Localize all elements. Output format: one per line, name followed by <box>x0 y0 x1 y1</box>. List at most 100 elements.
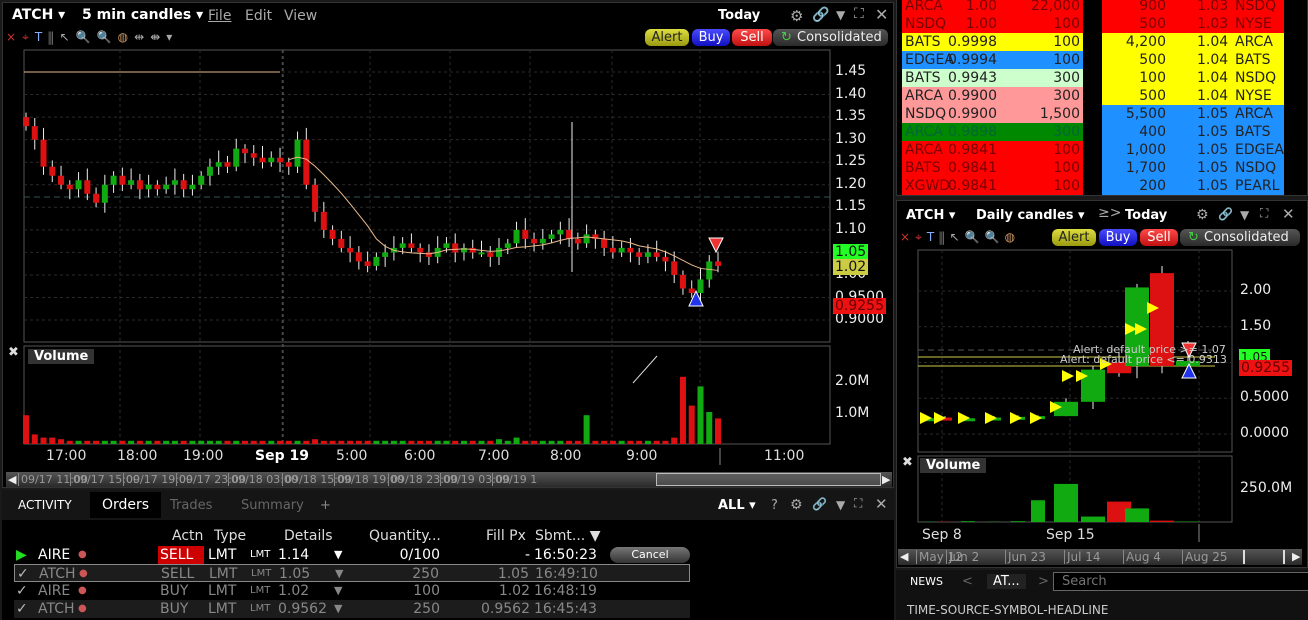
order-quantity: 250 <box>412 566 439 582</box>
order-submit-time: 16:49:10 <box>535 566 598 582</box>
daily-volume-bar <box>1011 521 1025 522</box>
details-price[interactable]: 1.14 <box>278 546 309 564</box>
dropdown-icon[interactable]: ▼ <box>836 498 845 512</box>
details-type: LMT <box>251 568 272 579</box>
details-price[interactable]: 1.02 <box>278 582 309 600</box>
filled-order-icon: ✓ <box>16 583 28 599</box>
daily-bid-tag: 0.9255 <box>1239 360 1292 376</box>
signal-arrow <box>1062 370 1074 382</box>
details-dropdown-icon[interactable]: ▼ <box>334 582 342 600</box>
order-row[interactable]: ▶ AIRE ● SELL LMT LMT 1.14 ▼ 0/100 - 16:… <box>14 546 690 564</box>
order-submit-time: 16:45:43 <box>534 601 597 617</box>
scroll-tick: Jul 14 <box>1064 550 1101 564</box>
details-type: LMT <box>250 603 271 614</box>
order-submit-time: 16:50:23 <box>534 547 597 563</box>
daily-volume-tick: 250.0M <box>1240 480 1293 496</box>
smart-route-icon: ● <box>78 603 87 614</box>
order-quantity: 250 <box>413 601 440 617</box>
daily-volume-bar <box>1125 508 1149 522</box>
add-tab-button[interactable]: + <box>320 498 331 513</box>
daily-price-chart[interactable] <box>0 0 1308 570</box>
help-icon[interactable]: ? <box>771 498 778 513</box>
order-action: BUY <box>160 601 189 617</box>
news-tab[interactable]: NEWS <box>910 575 943 588</box>
details-price[interactable]: 1.05 <box>279 565 310 583</box>
order-row[interactable]: ✓ AIRE ● BUY LMT LMT 1.02 ▼ 100 1.02 16:… <box>14 582 690 600</box>
daily-volume-pane-label: Volume <box>920 458 987 473</box>
tab-summary[interactable]: Summary <box>241 498 304 513</box>
signal-arrow <box>934 412 946 424</box>
tab-orders[interactable]: Orders <box>90 492 162 518</box>
order-type: LMT <box>208 547 237 563</box>
prev-tab-icon[interactable]: < <box>962 574 973 589</box>
scroll-tick: Aug 4 <box>1123 550 1161 564</box>
details-type: LMT <box>250 549 271 560</box>
tab-trades[interactable]: Trades <box>170 498 212 513</box>
order-symbol[interactable]: AIRE <box>38 582 70 600</box>
daily-price-tick: 0.0000 <box>1240 425 1289 441</box>
col-details[interactable]: Details <box>284 528 333 544</box>
details-dropdown-icon[interactable]: ▼ <box>334 600 342 618</box>
next-tab-icon[interactable]: > <box>1038 574 1049 589</box>
alert-line-label-lower: Alert: default price <= 0.9313 <box>1060 353 1227 366</box>
order-quantity: 0/100 <box>399 547 440 563</box>
order-row[interactable]: ✓ ATCH ● SELL LMT LMT 1.05 ▼ 250 1.05 16… <box>14 564 690 582</box>
daily-volume-bar <box>1031 500 1045 522</box>
col-action[interactable]: Actn <box>172 528 203 544</box>
order-type: LMT <box>208 601 237 617</box>
link-icon[interactable]: 🔗 <box>812 497 827 511</box>
order-action: SELL <box>161 566 195 582</box>
smart-route-icon: ● <box>78 549 87 560</box>
daily-volume-bar <box>1150 520 1174 522</box>
scroll-thumb[interactable] <box>1243 550 1285 564</box>
order-type: LMT <box>209 566 238 582</box>
daily-time-scrollbar[interactable]: ◀ ▶ May 12 Jun 2 Jun 23 Jul 14 Aug 4 Aug 25 <box>898 549 1302 565</box>
details-price[interactable]: 0.9562 <box>278 600 327 618</box>
order-fill-price: - <box>524 547 530 563</box>
order-action: BUY <box>160 583 189 599</box>
news-column-header: TIME-SOURCE-SYMBOL-HEADLINE <box>907 603 1109 617</box>
order-symbol[interactable]: ATCH <box>38 600 75 618</box>
smart-route-icon: ● <box>79 568 88 579</box>
details-dropdown-icon[interactable]: ▼ <box>335 565 343 583</box>
cancel-order-button[interactable]: Cancel <box>610 547 690 563</box>
filled-order-icon: ✓ <box>16 601 28 617</box>
close-icon[interactable]: ✕ <box>875 495 888 513</box>
order-quantity: 100 <box>413 583 440 599</box>
scroll-tick: Jun 23 <box>1005 550 1046 564</box>
news-search-input[interactable] <box>1053 572 1308 591</box>
daily-time-tick: Sep 15 <box>1046 527 1095 543</box>
daily-price-tick: 1.50 <box>1240 317 1272 334</box>
order-type: LMT <box>208 583 237 599</box>
tab-activity[interactable]: ACTIVITY <box>18 498 72 512</box>
col-type[interactable]: Type <box>214 528 246 544</box>
scroll-tick: Aug 25 <box>1182 550 1228 564</box>
order-symbol[interactable]: AIRE <box>38 546 70 564</box>
maximize-icon[interactable]: ⛶ <box>854 496 862 511</box>
daily-price-tick: 2.00 <box>1240 282 1272 298</box>
col-submitted-label: Sbmt... <box>535 528 586 544</box>
daily-price-tick: 0.5000 <box>1240 389 1289 406</box>
col-fill-px[interactable]: Fill Px <box>486 528 526 544</box>
signal-arrow <box>1010 412 1022 424</box>
filter-selector[interactable]: ALL ▾ <box>718 498 756 513</box>
close-volume-pane-icon[interactable]: ✖ <box>902 455 913 470</box>
daily-volume-bar <box>1054 483 1078 522</box>
scroll-right-icon[interactable]: ▶ <box>1290 550 1300 563</box>
order-fill-price: 1.05 <box>497 566 529 582</box>
order-row[interactable]: ✓ ATCH ● BUY LMT LMT 0.9562 ▼ 250 0.9562… <box>14 600 690 618</box>
order-symbol[interactable]: ATCH <box>39 565 76 583</box>
order-fill-price: 1.02 <box>498 583 530 599</box>
details-dropdown-icon[interactable]: ▼ <box>334 546 342 564</box>
signal-arrow <box>920 412 932 424</box>
news-symbol-tab[interactable]: AT... <box>987 574 1026 589</box>
col-quantity[interactable]: Quantity... <box>369 528 441 544</box>
daily-time-tick: Sep 8 <box>922 527 962 543</box>
signal-arrow <box>1030 412 1042 424</box>
col-submitted[interactable]: Sbmt... ▼ <box>535 528 600 544</box>
signal-arrow <box>985 412 997 424</box>
daily-volume-bar <box>1081 516 1105 522</box>
scroll-left-icon[interactable]: ◀ <box>898 550 908 563</box>
order-action: SELL <box>158 546 204 564</box>
gear-icon[interactable]: ⚙ <box>790 497 803 513</box>
